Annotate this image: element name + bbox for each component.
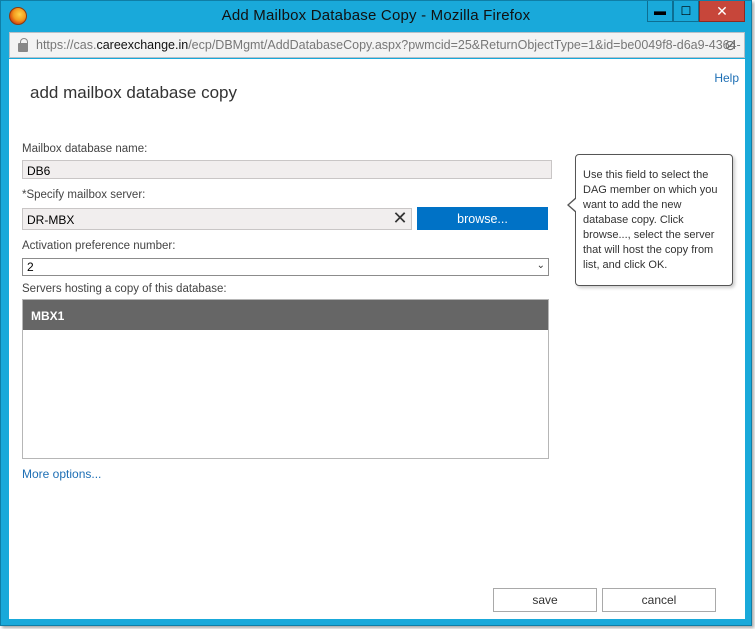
close-button[interactable]: ✕ <box>699 1 745 22</box>
browse-button[interactable]: browse... <box>417 207 548 230</box>
minimize-button[interactable]: ▬ <box>647 1 673 22</box>
activation-select[interactable]: 2 ⌄ <box>22 258 549 276</box>
chevron-down-icon: ⌄ <box>536 260 545 271</box>
clear-server-icon[interactable]: ✕ <box>389 208 411 229</box>
url-end-icon[interactable]: ⊘ <box>724 37 736 54</box>
window-controls: ▬ ☐ ✕ <box>647 1 745 22</box>
db-name-field: DB6 <box>22 160 552 179</box>
address-bar[interactable]: https://cas.careexchange.in/ecp/DBMgmt/A… <box>9 32 745 58</box>
lock-icon <box>18 37 28 52</box>
window-title: Add Mailbox Database Copy - Mozilla Fire… <box>221 7 531 24</box>
title-bar[interactable]: Add Mailbox Database Copy - Mozilla Fire… <box>1 1 751 31</box>
servers-list[interactable]: MBX1 <box>22 299 549 459</box>
cancel-button[interactable]: cancel <box>602 588 716 612</box>
server-label: *Specify mailbox server: <box>22 189 146 201</box>
list-item[interactable]: MBX1 <box>23 300 548 330</box>
url-text[interactable]: https://cas.careexchange.in/ecp/DBMgmt/A… <box>36 38 741 52</box>
more-options-link[interactable]: More options... <box>22 467 101 481</box>
db-name-label: Mailbox database name: <box>22 143 148 155</box>
url-domain: careexchange.in <box>96 38 189 52</box>
maximize-button[interactable]: ☐ <box>673 1 699 22</box>
save-button[interactable]: save <box>493 588 597 612</box>
url-prefix: https://cas. <box>36 38 97 52</box>
browser-window: Add Mailbox Database Copy - Mozilla Fire… <box>0 0 752 626</box>
page-title: add mailbox database copy <box>30 83 237 102</box>
server-field[interactable]: DR-MBX <box>22 208 412 230</box>
activation-label: Activation preference number: <box>22 240 176 252</box>
url-path: /ecp/DBMgmt/AddDatabaseCopy.aspx?pwmcid=… <box>188 38 741 52</box>
help-callout: Use this field to select the DAG member … <box>567 154 733 286</box>
servers-label: Servers hosting a copy of this database: <box>22 283 227 295</box>
activation-value: 2 <box>27 260 34 274</box>
dialog-content: Help add mailbox database copy Mailbox d… <box>9 59 745 619</box>
help-link[interactable]: Help <box>714 71 739 85</box>
